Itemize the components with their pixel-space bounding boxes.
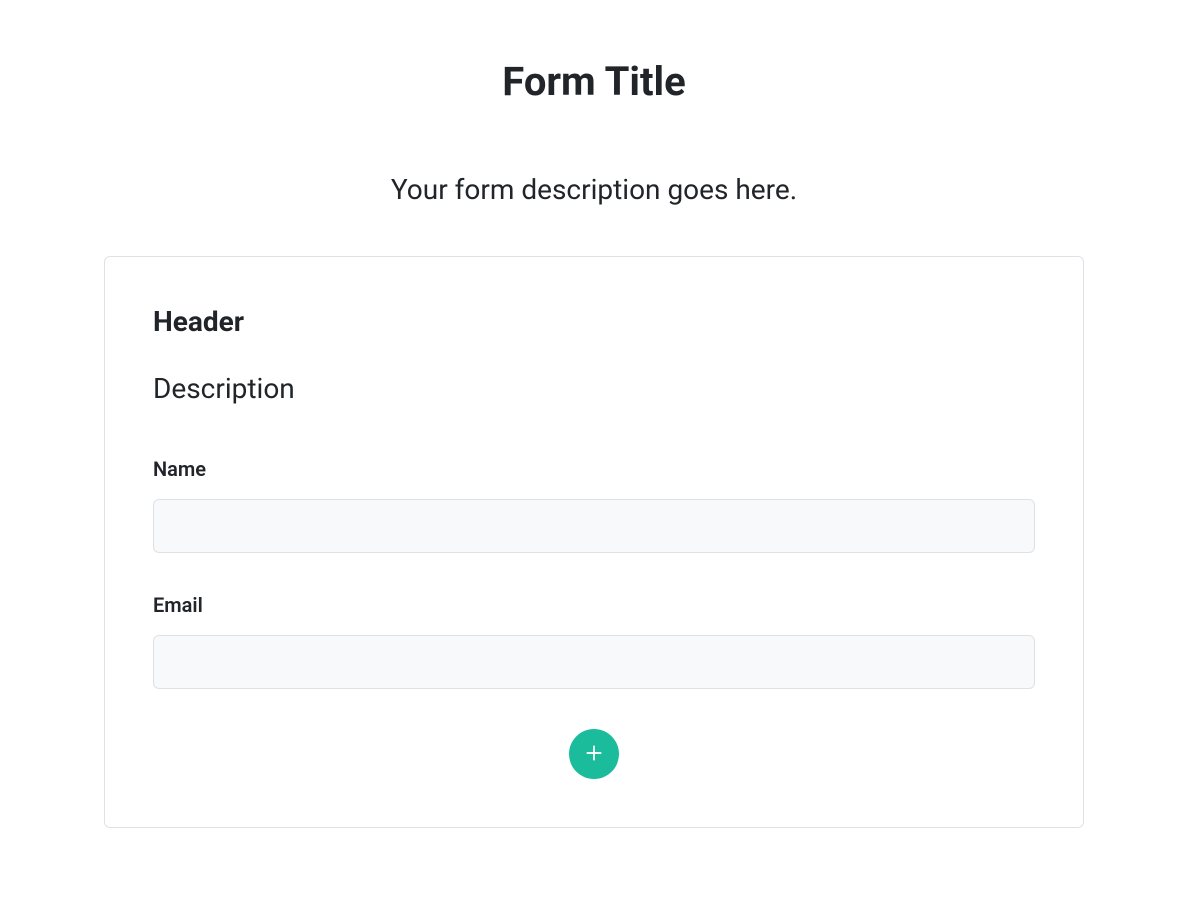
plus-icon — [583, 742, 605, 767]
card-header: Header — [153, 305, 1035, 338]
form-title: Form Title — [104, 58, 1084, 105]
name-input[interactable] — [153, 499, 1035, 553]
name-label: Name — [153, 457, 1035, 481]
form-card: Header Description Name Email — [104, 256, 1084, 828]
card-subheader: Description — [153, 372, 1035, 405]
add-button[interactable] — [569, 729, 619, 779]
email-input[interactable] — [153, 635, 1035, 689]
email-label: Email — [153, 593, 1035, 617]
form-description: Your form description goes here. — [104, 173, 1084, 206]
field-group-name: Name — [153, 457, 1035, 553]
field-group-email: Email — [153, 593, 1035, 689]
